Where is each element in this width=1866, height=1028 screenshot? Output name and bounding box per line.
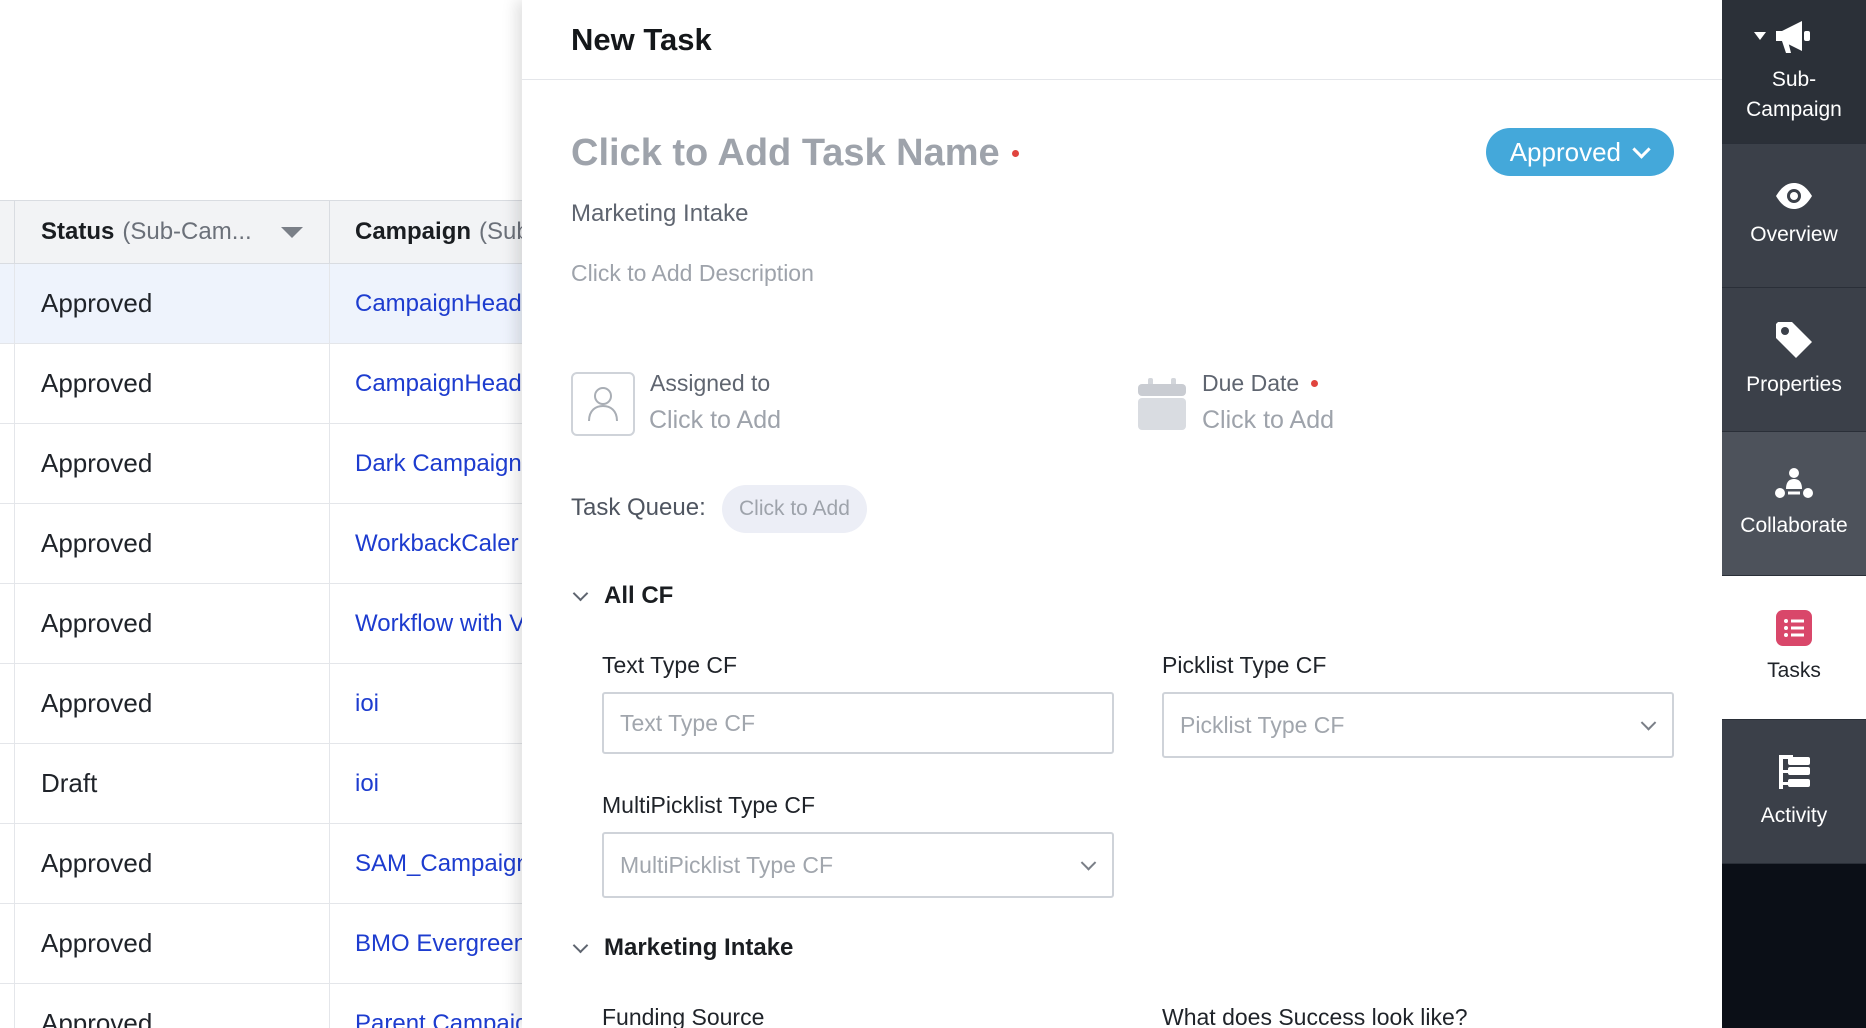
task-queue-chip[interactable]: Click to Add (722, 485, 867, 533)
status-cell: Approved (14, 824, 330, 903)
column-header-campaign[interactable]: Campaign (Sub (330, 201, 522, 263)
panel-title: New Task (571, 21, 712, 57)
panel-header: New Task (522, 0, 1722, 80)
assigned-to-label: Assigned to (650, 370, 771, 396)
user-avatar-icon[interactable] (571, 372, 635, 436)
status-cell: Approved (14, 424, 330, 503)
section-toggle-marketing-intake[interactable]: Marketing Intake (571, 934, 793, 962)
table-row[interactable]: Approved BMO Evergreen (0, 904, 522, 984)
table-row[interactable]: Draft ioi (0, 744, 522, 824)
rail-item-properties[interactable]: Properties (1722, 288, 1866, 432)
multipicklist-type-cf-select[interactable]: MultiPicklist Type CF (602, 832, 1114, 898)
collaborate-icon (1775, 467, 1813, 498)
description-input[interactable]: Click to Add Description (571, 260, 814, 287)
picklist-type-cf-label: Picklist Type CF (1162, 652, 1327, 678)
task-queue-label: Task Queue: (571, 494, 706, 521)
rail-item-activity[interactable]: Activity (1722, 720, 1866, 864)
status-cell: Approved (14, 344, 330, 423)
status-cell: Approved (14, 904, 330, 983)
required-indicator (1011, 150, 1019, 157)
eye-icon (1776, 182, 1812, 209)
rail-item-collaborate[interactable]: Collaborate (1722, 432, 1866, 576)
due-date-field[interactable]: Click to Add (1202, 406, 1334, 435)
text-type-cf-input[interactable]: Text Type CF (602, 692, 1114, 754)
status-cell: Approved (14, 984, 330, 1028)
table-row[interactable]: Approved CampaignHead (0, 344, 522, 424)
campaign-link[interactable]: ioi (330, 664, 522, 743)
multipicklist-type-cf-label: MultiPicklist Type CF (602, 792, 816, 818)
caret-down-icon[interactable] (1754, 32, 1766, 40)
table-row[interactable]: Approved Parent Campaig (0, 984, 522, 1028)
activity-tree-icon (1779, 754, 1810, 789)
text-type-cf-label: Text Type CF (602, 652, 738, 678)
task-type-label: Marketing Intake (571, 200, 749, 227)
rail-item-tasks[interactable]: Tasks (1722, 576, 1866, 720)
tag-icon (1776, 321, 1812, 358)
status-cell: Approved (14, 264, 330, 343)
status-cell: Approved (14, 664, 330, 743)
campaign-link[interactable]: Workflow with V (330, 584, 522, 663)
campaign-link[interactable]: ioi (330, 744, 522, 823)
calendar-icon[interactable] (1138, 378, 1186, 430)
section-toggle-all-cf[interactable]: All CF (571, 582, 673, 610)
megaphone-icon (1776, 20, 1810, 53)
new-task-panel: New Task Click to Add Task Name Approved… (522, 0, 1722, 1028)
campaign-link[interactable]: Parent Campaig (330, 984, 522, 1028)
campaign-link[interactable]: WorkbackCaler (330, 504, 522, 583)
right-rail: Sub- Campaign Overview Properties Collab… (1722, 0, 1866, 1028)
rail-item-overview[interactable]: Overview (1722, 144, 1866, 288)
success-label: What does Success look like? (1162, 1004, 1468, 1028)
chevron-down-icon (572, 937, 589, 953)
campaign-link[interactable]: BMO Evergreen (330, 904, 522, 983)
table-row[interactable]: Approved Workflow with V (0, 584, 522, 664)
status-cell: Draft (14, 744, 330, 823)
table-body: Approved CampaignHead Approved CampaignHead… (0, 264, 522, 1028)
campaign-link[interactable]: Dark Campaign (330, 424, 522, 503)
picklist-type-cf-select[interactable]: Picklist Type CF (1162, 692, 1674, 758)
campaign-link[interactable]: CampaignHead (330, 264, 522, 343)
due-date-label: Due Date (1202, 370, 1319, 397)
sort-caret-icon[interactable] (281, 227, 303, 238)
table-header: Status (Sub-Cam... Campaign (Sub (0, 200, 522, 264)
campaign-link[interactable]: SAM_Campaign (330, 824, 522, 903)
required-indicator (1311, 380, 1319, 387)
chevron-down-icon (572, 585, 589, 601)
table-row[interactable]: Approved CampaignHead (0, 264, 522, 344)
funding-source-label: Funding Source (602, 1004, 765, 1028)
table-row[interactable]: Approved Dark Campaign (0, 424, 522, 504)
table-row[interactable]: Approved WorkbackCaler (0, 504, 522, 584)
task-name-input[interactable]: Click to Add Task Name (571, 132, 1019, 175)
status-cell: Approved (14, 504, 330, 583)
rail-item-sub-campaign[interactable]: Sub- Campaign (1722, 0, 1866, 144)
chevron-down-icon (1080, 855, 1097, 871)
column-header-status[interactable]: Status (Sub-Cam... (14, 201, 330, 263)
tasks-list-icon (1776, 609, 1812, 646)
table-row[interactable]: Approved SAM_Campaign (0, 824, 522, 904)
status-dropdown-button[interactable]: Approved (1485, 128, 1674, 176)
table-row[interactable]: Approved ioi (0, 664, 522, 744)
chevron-down-icon (1640, 715, 1657, 731)
chevron-down-icon (1632, 139, 1651, 159)
campaign-table: Status (Sub-Cam... Campaign (Sub Approve… (0, 200, 522, 1028)
campaign-link[interactable]: CampaignHead (330, 344, 522, 423)
assigned-to-field[interactable]: Click to Add (649, 406, 781, 435)
status-cell: Approved (14, 584, 330, 663)
